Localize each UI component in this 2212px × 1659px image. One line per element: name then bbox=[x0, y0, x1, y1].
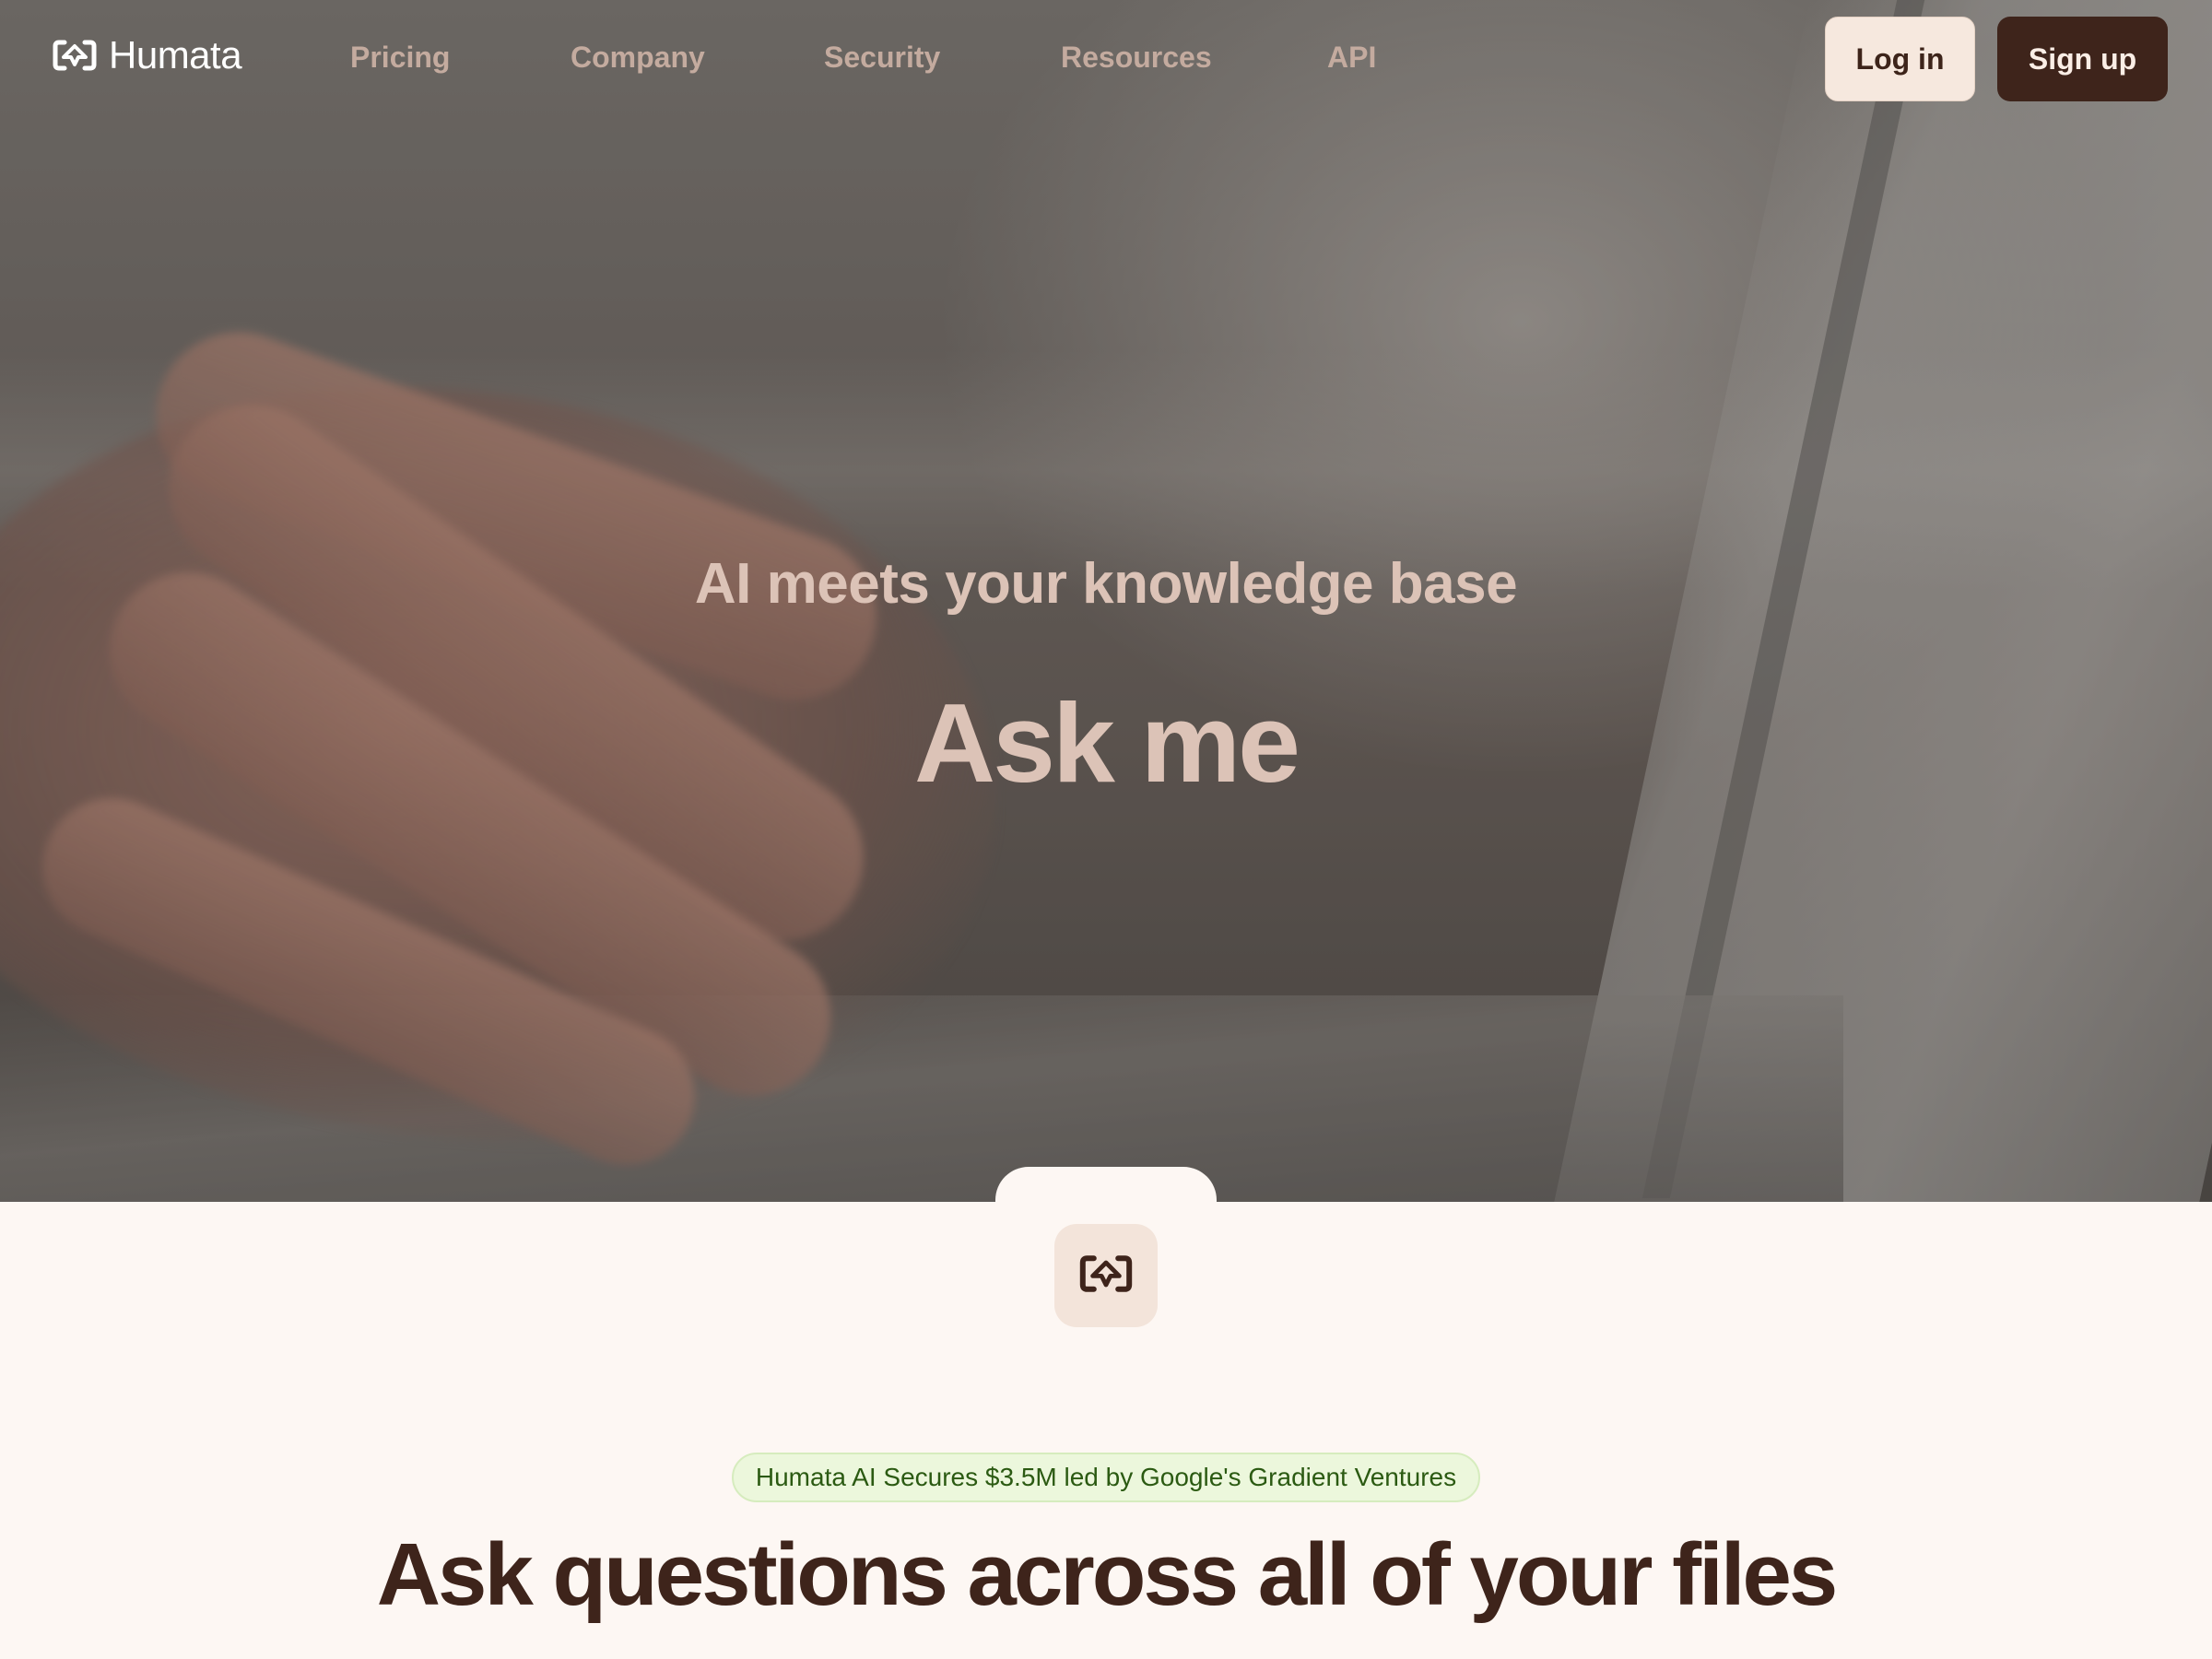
humata-logo-icon bbox=[52, 37, 98, 74]
brand-logo[interactable]: Humata bbox=[52, 33, 242, 77]
nav-security[interactable]: Security bbox=[824, 41, 940, 75]
panel-tab bbox=[995, 1167, 1217, 1231]
login-button[interactable]: Log in bbox=[1825, 17, 1975, 101]
humata-mark-tile bbox=[1054, 1224, 1158, 1327]
section-headline: Ask questions across all of your files bbox=[376, 1525, 1839, 1624]
hero-subtitle: AI meets your knowledge base bbox=[694, 552, 1518, 616]
signup-button[interactable]: Sign up bbox=[1997, 17, 2168, 101]
nav-api[interactable]: API bbox=[1327, 41, 1376, 75]
nav-pricing[interactable]: Pricing bbox=[350, 41, 450, 75]
brand-name: Humata bbox=[109, 33, 242, 76]
nav-resources[interactable]: Resources bbox=[1061, 41, 1212, 75]
top-nav: Humata Pricing Company Security Resource… bbox=[0, 0, 2212, 120]
nav-company[interactable]: Company bbox=[571, 41, 705, 75]
humata-mark-icon bbox=[1078, 1252, 1134, 1300]
announcement-badge[interactable]: Humata AI Secures $3.5M led by Google's … bbox=[732, 1453, 1480, 1502]
hero-title: Ask me bbox=[913, 680, 1300, 806]
